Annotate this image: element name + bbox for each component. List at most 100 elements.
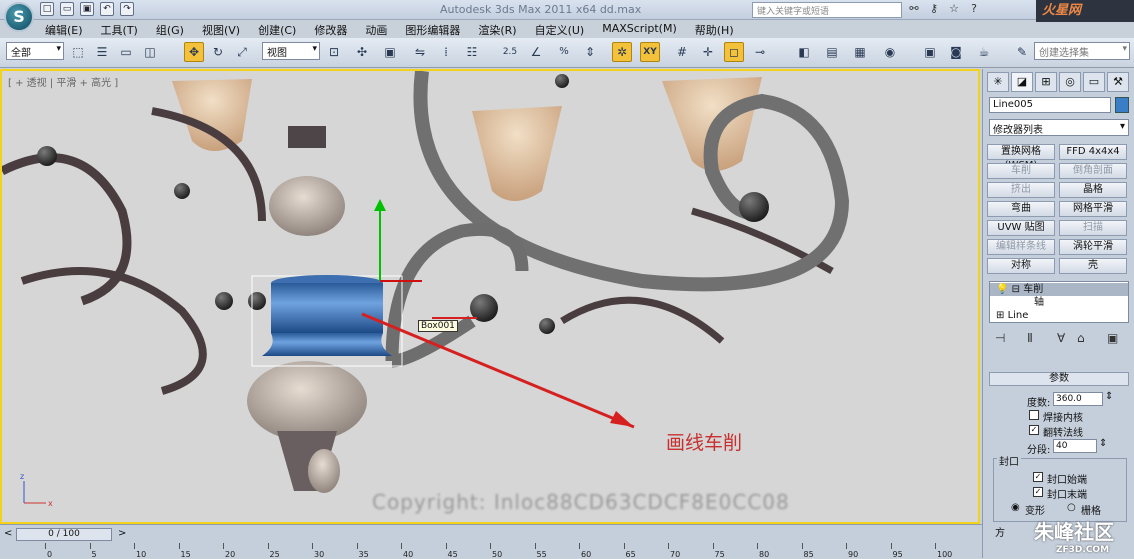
midpoint-snap-icon[interactable]: ⊸ (750, 42, 770, 62)
undo-button[interactable]: ↶ (100, 2, 114, 16)
save-file-button[interactable]: ▣ (80, 2, 94, 16)
align-icon[interactable]: ⁞ (436, 42, 456, 62)
object-color-swatch[interactable] (1115, 97, 1129, 113)
key-icon[interactable]: ⚷ (926, 2, 942, 17)
named-selection-dropdown[interactable]: 创建选择集 (1034, 42, 1130, 60)
modifier-button-uvw-map[interactable]: UVW 贴图 (987, 220, 1055, 236)
material-editor-icon[interactable]: ▦ (850, 42, 870, 62)
binoculars-icon[interactable]: ⚯ (906, 2, 922, 17)
modifier-button-displace-mesh[interactable]: 置换网格 (WSM) (987, 144, 1055, 171)
app-logo[interactable]: S (4, 2, 34, 32)
modifier-button-shell[interactable]: 壳 (1059, 258, 1127, 274)
menu-group[interactable]: 组(G) (147, 20, 193, 38)
modifier-button-extrude[interactable]: 挤出 (987, 182, 1055, 198)
modifier-list-dropdown[interactable]: 修改器列表 (989, 119, 1129, 136)
menu-maxscript[interactable]: MAXScript(M) (593, 20, 686, 38)
menu-tools[interactable]: 工具(T) (92, 20, 147, 38)
stack-item-lathe[interactable]: 💡 ⊟ 车削 (990, 283, 1128, 296)
menu-help[interactable]: 帮助(H) (686, 20, 743, 38)
percent-snap-icon[interactable]: % (554, 42, 574, 62)
viewport-label[interactable]: [ + 透视 | 平滑 + 高光 ] (8, 74, 118, 89)
star-icon[interactable]: ☆ (946, 2, 962, 17)
menu-graph-editors[interactable]: 图形编辑器 (396, 20, 469, 38)
cap-start-checkbox[interactable]: ✓ (1033, 472, 1043, 482)
timeline-next-icon[interactable]: > (118, 528, 126, 539)
configure-sets-icon[interactable]: ▣ (1107, 331, 1118, 345)
modifier-button-lathe[interactable]: 车削 (987, 163, 1055, 179)
timeline-track[interactable]: 0 5 10 15 20 25 30 35 40 45 50 55 60 65 70 75 80 85 90 95 10… (0, 543, 982, 559)
vertex-snap-icon[interactable]: ✛ (698, 42, 718, 62)
pin-stack-icon[interactable]: ⊣ (995, 331, 1005, 345)
show-end-result-icon[interactable]: Ⅱ (1027, 331, 1033, 345)
constraint-xy-button[interactable]: XY (640, 42, 660, 62)
stack-item-line[interactable]: ⊞ Line (996, 309, 1028, 322)
snap-mode-icon[interactable]: ✲ (612, 42, 632, 62)
select-by-name-icon[interactable]: ☰ (92, 42, 112, 62)
snap-toggle-icon[interactable]: 2.5 (500, 42, 520, 62)
degrees-spinner-arrows[interactable]: ⇕ (1105, 391, 1113, 402)
menu-create[interactable]: 创建(C) (249, 20, 305, 38)
object-name-field[interactable]: Line005 (989, 97, 1111, 113)
degrees-spinner[interactable]: 360.0 (1053, 392, 1103, 406)
help-icon[interactable]: ? (966, 2, 982, 17)
timeline-prev-icon[interactable]: < (4, 528, 12, 539)
time-slider[interactable]: 0 / 100 (16, 528, 112, 541)
grid-snap-icon[interactable]: # (672, 42, 692, 62)
angle-snap-icon[interactable]: ∠ (526, 42, 546, 62)
mirror-icon[interactable]: ⇋ (410, 42, 430, 62)
modifier-button-turbosmooth[interactable]: 涡轮平滑 (1059, 239, 1127, 255)
flip-normals-checkbox[interactable]: ✓ (1029, 425, 1039, 435)
lightbulb-icon[interactable]: 💡 (996, 284, 1008, 295)
perspective-viewport[interactable]: zx [ + 透视 | 平滑 + 高光 ] Box001 画线车削 Copyri… (0, 69, 980, 524)
edit-selection-icon[interactable]: ✎ (1012, 42, 1032, 62)
pivot-center-icon[interactable]: ⊡ (324, 42, 344, 62)
modifier-button-symmetry[interactable]: 对称 (987, 258, 1055, 274)
search-input[interactable]: 键入关键字或短语 (752, 2, 902, 18)
hierarchy-tab-icon[interactable]: ⊞ (1035, 72, 1057, 92)
select-rotate-icon[interactable]: ↻ (208, 42, 228, 62)
keyboard-shortcut-icon[interactable]: ▣ (380, 42, 400, 62)
modifier-button-sweep[interactable]: 扫描 (1059, 220, 1127, 236)
create-tab-icon[interactable]: ✳ (987, 72, 1009, 92)
endpoint-snap-icon[interactable]: ◻ (724, 42, 744, 62)
selection-filter-dropdown[interactable]: 全部 (6, 42, 64, 60)
select-scale-icon[interactable]: ⤢ (232, 42, 252, 62)
render-frame-icon[interactable]: ▣ (920, 42, 940, 62)
menu-edit[interactable]: 编辑(E) (36, 20, 92, 38)
redo-button[interactable]: ↷ (120, 2, 134, 16)
menu-modifiers[interactable]: 修改器 (305, 20, 356, 38)
motion-tab-icon[interactable]: ◎ (1059, 72, 1081, 92)
modifier-button-lattice[interactable]: 晶格 (1059, 182, 1127, 198)
morph-radio[interactable]: ◉ (1011, 502, 1020, 513)
render-production-icon[interactable]: ◙ (946, 42, 966, 62)
grid-radio[interactable]: ○ (1067, 502, 1076, 513)
menu-animation[interactable]: 动画 (356, 20, 396, 38)
layer-icon[interactable]: ☷ (462, 42, 482, 62)
modifier-button-ffd[interactable]: FFD 4x4x4 (1059, 144, 1127, 160)
modifier-button-bend[interactable]: 弯曲 (987, 201, 1055, 217)
make-unique-icon[interactable]: ∀ (1057, 331, 1065, 345)
spinner-snap-icon[interactable]: ⇕ (580, 42, 600, 62)
render-setup-icon[interactable]: ◉ (880, 42, 900, 62)
weld-core-checkbox[interactable] (1029, 410, 1039, 420)
remove-modifier-icon[interactable]: ⌂ (1077, 331, 1085, 345)
window-crossing-icon[interactable]: ◫ (140, 42, 160, 62)
manipulate-icon[interactable]: ✣ (352, 42, 372, 62)
reference-coord-dropdown[interactable]: 视图 (262, 42, 320, 60)
menu-customize[interactable]: 自定义(U) (526, 20, 594, 38)
select-object-icon[interactable]: ⬚ (68, 42, 88, 62)
open-file-button[interactable]: ▭ (60, 2, 74, 16)
modify-tab-icon[interactable]: ◪ (1011, 72, 1033, 92)
teapot-icon[interactable]: ☕ (974, 42, 994, 62)
modifier-button-bevel-profile[interactable]: 倒角剖面 (1059, 163, 1127, 179)
cap-end-checkbox[interactable]: ✓ (1033, 487, 1043, 497)
rect-region-icon[interactable]: ▭ (116, 42, 136, 62)
curve-editor-icon[interactable]: ◧ (794, 42, 814, 62)
segments-spinner[interactable]: 40 (1053, 439, 1097, 453)
menu-rendering[interactable]: 渲染(R) (469, 20, 525, 38)
parameters-rollout-header[interactable]: 参数 (989, 372, 1129, 386)
menu-views[interactable]: 视图(V) (193, 20, 249, 38)
select-move-icon[interactable]: ✥ (184, 42, 204, 62)
display-tab-icon[interactable]: ▭ (1083, 72, 1105, 92)
schematic-view-icon[interactable]: ▤ (822, 42, 842, 62)
